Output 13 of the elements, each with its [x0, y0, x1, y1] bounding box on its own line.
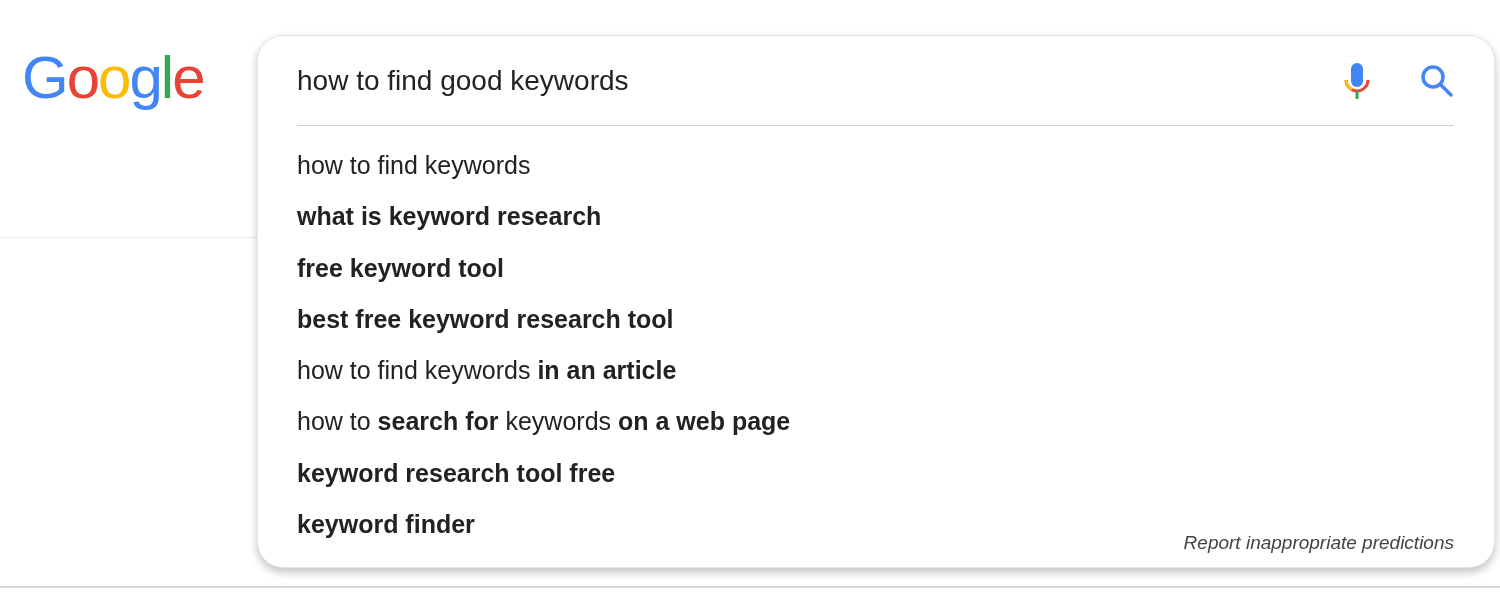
suggestion-item[interactable]: keyword finder — [297, 499, 475, 551]
suggestion-item[interactable]: best free keyword research tool — [297, 293, 674, 346]
search-icon[interactable] — [1420, 63, 1454, 98]
suggestion-item[interactable]: how to search for keywords on a web page — [297, 396, 791, 448]
report-link[interactable]: Report inappropriate predictions — [1183, 532, 1454, 555]
microphone-icon[interactable] — [1342, 60, 1372, 101]
google-logo[interactable]: Google — [0, 43, 257, 123]
suggestion-item[interactable]: free keyword tool — [297, 242, 504, 294]
suggestion-item[interactable]: what is keyword research — [297, 191, 602, 243]
suggestion-item[interactable]: how to find keywords in an article — [297, 345, 677, 397]
suggestion-item[interactable]: how to find keywords — [297, 140, 531, 192]
search-field[interactable]: how to find good keywords — [297, 64, 1342, 97]
suggestion-item[interactable]: keyword research tool free — [297, 447, 616, 500]
